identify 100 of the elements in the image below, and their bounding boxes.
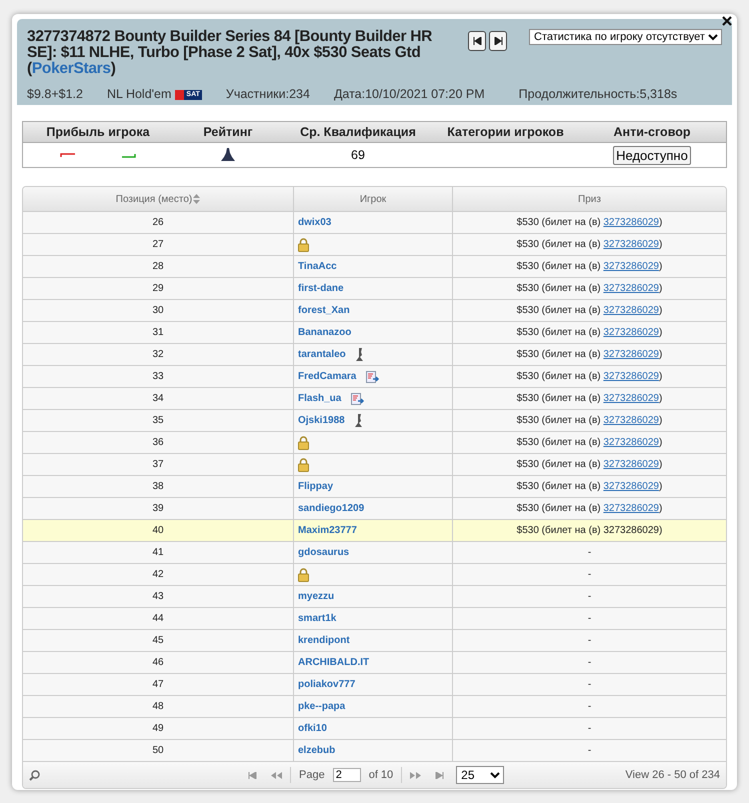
player-link[interactable]: krendipont [298, 635, 350, 646]
tournament-title: 3277374872 Bounty Builder Series 84 [Bounty Builder HR SE]: $11 NLHE, Turbo [Phase 2 Sat], 40x $530 Seats Gtd (PokerStars) [27, 29, 434, 77]
player-link[interactable]: elzebub [298, 745, 336, 756]
column-header[interactable]: Игрок [294, 187, 453, 211]
table-row[interactable]: 45 krendipont - [23, 630, 726, 652]
table-row[interactable]: 33 FredCamara $530 (билет на (в) 3273286029) [23, 366, 726, 388]
ticket-link[interactable]: 3273286029 [603, 459, 659, 470]
player-link[interactable]: Flash_ua [298, 393, 342, 404]
ticket-link[interactable]: 3273286029 [603, 481, 659, 492]
player-link[interactable]: dwix03 [298, 217, 332, 228]
table-row[interactable]: 34 Flash_ua $530 (билет на (в) 3273286029) [23, 388, 726, 410]
player-link[interactable]: Ojski1988 [298, 415, 345, 426]
player-link[interactable]: pke--papa [298, 701, 346, 712]
ticket-link[interactable]: 3273286029 [603, 283, 659, 294]
column-header: Категории игроков [447, 125, 564, 139]
ticket-link[interactable]: 3273286029 [603, 437, 659, 448]
player-link[interactable]: myezzu [298, 591, 334, 602]
ticket-link[interactable]: 3273286029 [603, 217, 659, 228]
table-row[interactable]: 29 first-dane $530 (билет на (в) 3273286029) [23, 278, 726, 300]
player-link[interactable]: smart1k [298, 613, 336, 624]
place-cell: 37 [152, 459, 164, 470]
table-row[interactable]: 47 poliakov777 - [23, 674, 726, 696]
column-header: Прибыль игрока [46, 125, 150, 139]
player-link[interactable]: TinaAcc [298, 261, 337, 272]
previous-page-icon[interactable] [271, 772, 282, 778]
prize-cell: - [588, 591, 592, 602]
table-row[interactable]: 35 Ojski1988 $530 (билет на (в) 3273286029) [23, 410, 726, 432]
column-header[interactable]: Позиция (место) [23, 187, 294, 211]
avg-qualification: 69 [351, 148, 365, 162]
view-range: View 26 - 50 of 234 [625, 769, 720, 781]
table-row[interactable]: 50 elzebub - [23, 740, 726, 762]
place-cell: 38 [152, 481, 164, 492]
table-row[interactable]: 32 tarantaleo $530 (билет на (в) 3273286029) [23, 344, 726, 366]
page-field[interactable]: 2 [332, 768, 361, 782]
ticket-link[interactable]: 3273286029 [603, 261, 659, 272]
ticket-link[interactable]: 3273286029 [603, 349, 659, 360]
table-row[interactable]: 49 ofki10 - [23, 718, 726, 740]
table-row[interactable]: 38 Flippay $530 (билет на (в) 3273286029) [23, 476, 726, 498]
prize-cell: $530 (билет на (в) 3273286029) [516, 415, 662, 426]
place-cell: 48 [152, 701, 164, 712]
ticket-link[interactable]: 3273286029 [603, 327, 659, 338]
table-row[interactable]: 42 - [23, 564, 726, 586]
pawn-icon [356, 348, 364, 361]
anti-collusion-button[interactable]: Недоступно [613, 146, 691, 164]
player-link[interactable]: sandiego1209 [298, 503, 364, 514]
place-cell: 29 [152, 283, 164, 294]
first-button[interactable] [468, 31, 486, 51]
close-icon[interactable] [722, 16, 732, 26]
ticket-link[interactable]: 3273286029 [603, 239, 659, 250]
player-link[interactable]: poliakov777 [298, 679, 356, 690]
place-cell: 30 [152, 305, 164, 316]
table-row[interactable]: 26 dwix03 $530 (билет на (в) 3273286029) [23, 212, 726, 234]
place-cell: 50 [152, 745, 164, 756]
player-link[interactable]: FredCamara [298, 371, 356, 382]
place-cell: 43 [152, 591, 164, 602]
place-cell: 42 [152, 569, 164, 580]
table-row[interactable]: 28 TinaAcc $530 (билет на (в) 3273286029) [23, 256, 726, 278]
search-icon[interactable] [29, 770, 40, 780]
last-page-icon[interactable] [435, 772, 444, 778]
table-row[interactable]: 30 forest_Xan $530 (билет на (в) 3273286029) [23, 300, 726, 322]
prize-cell: $530 (билет на (в) 3273286029) [516, 393, 662, 404]
first-page-icon[interactable] [248, 772, 257, 778]
note-icon [351, 392, 366, 404]
table-row[interactable]: 46 ARCHIBALD.IT - [23, 652, 726, 674]
player-link[interactable]: ofki10 [298, 723, 327, 734]
column-header[interactable]: Приз [453, 187, 726, 211]
last-button[interactable] [489, 31, 507, 51]
place-cell: 31 [152, 327, 164, 338]
prize-cell: - [588, 635, 592, 646]
ticket-link[interactable]: 3273286029 [603, 503, 659, 514]
ticket-link[interactable]: 3273286029 [603, 393, 659, 404]
stats-dropdown[interactable]: Статистика по игроку отсутствует [529, 29, 722, 45]
player-link[interactable]: Flippay [298, 481, 334, 492]
player-link[interactable]: Bananazoo [298, 327, 352, 338]
player-link[interactable]: forest_Xan [298, 305, 350, 316]
player-link[interactable]: tarantaleo [298, 349, 346, 360]
place-cell: 26 [152, 217, 164, 228]
player-link[interactable]: first-dane [298, 283, 344, 294]
player-link[interactable]: Maxim23777 [298, 525, 357, 536]
table-row[interactable]: 43 myezzu - [23, 586, 726, 608]
player-link[interactable]: gdosaurus [298, 547, 350, 558]
table-row[interactable]: 48 pke--papa - [23, 696, 726, 718]
table-row[interactable]: 41 gdosaurus - [23, 542, 726, 564]
page-size-dropdown[interactable]: 25 [456, 766, 504, 784]
table-row[interactable]: 37 $530 (билет на (в) 3273286029) [23, 454, 726, 476]
player-link[interactable]: ARCHIBALD.IT [298, 657, 370, 668]
ticket-link[interactable]: 3273286029 [603, 305, 659, 316]
table-row[interactable]: 39 sandiego1209 $530 (билет на (в) 3273286029) [23, 498, 726, 520]
table-row[interactable]: 31 Bananazoo $530 (билет на (в) 3273286029) [23, 322, 726, 344]
site-link[interactable]: PokerStars [32, 60, 111, 77]
table-row[interactable]: 36 $530 (билет на (в) 3273286029) [23, 432, 726, 454]
table-row[interactable]: 27 $530 (билет на (в) 3273286029) [23, 234, 726, 256]
table-row[interactable]: 40 Maxim23777 $530 (билет на (в) 3273286029) [23, 520, 726, 542]
prize-cell: - [588, 723, 592, 734]
table-row[interactable]: 44 smart1k - [23, 608, 726, 630]
ticket-link[interactable]: 3273286029 [603, 415, 659, 426]
note-icon [366, 370, 380, 382]
duration-text: Продолжительность:5,318s [518, 87, 678, 101]
ticket-link[interactable]: 3273286029 [603, 371, 659, 382]
next-page-icon[interactable] [410, 772, 422, 778]
